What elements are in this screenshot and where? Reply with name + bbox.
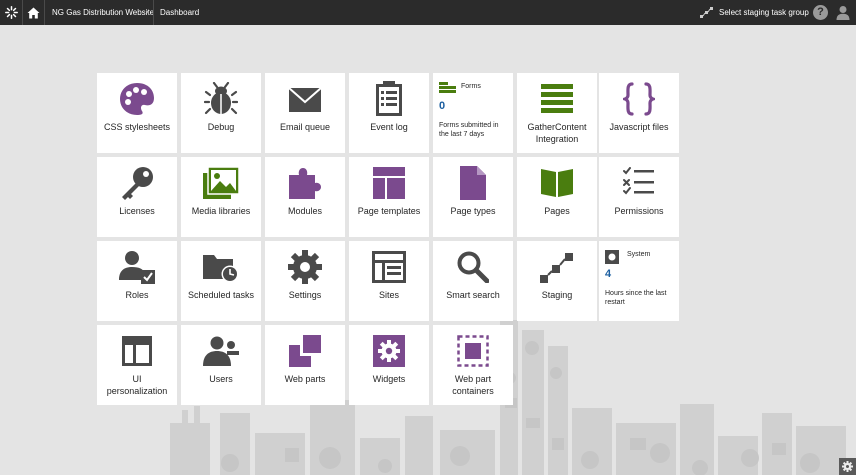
document-icon xyxy=(433,165,513,201)
tile-label: Debug xyxy=(207,122,235,132)
user-icon xyxy=(836,6,850,20)
tile-gathercontent-integration[interactable]: GatherContent Integration xyxy=(517,73,597,153)
clipboard-list-icon xyxy=(349,81,429,117)
bug-icon xyxy=(181,81,261,117)
webparts-icon xyxy=(265,333,345,369)
dashboard-settings-button[interactable] xyxy=(839,458,856,475)
tile-label: UI personalization xyxy=(106,374,168,396)
tile-label: Staging xyxy=(541,290,573,300)
separator xyxy=(44,0,45,25)
widget-gear-icon xyxy=(349,333,429,369)
tile-label: Sites xyxy=(378,290,399,300)
tile-ui-personalization[interactable]: UI personalization xyxy=(97,325,177,405)
template-icon xyxy=(349,165,429,201)
tile-permissions[interactable]: Permissions xyxy=(599,157,679,237)
tile-users[interactable]: Users xyxy=(181,325,261,405)
tile-label: Pages xyxy=(544,206,570,216)
tile-smart-search[interactable]: Smart search xyxy=(433,241,513,321)
tile-label: Users xyxy=(209,374,233,384)
tile-scheduled-tasks[interactable]: Scheduled tasks xyxy=(181,241,261,321)
tile-widgets[interactable]: Widgets xyxy=(349,325,429,405)
container-icon xyxy=(433,333,513,369)
gathercontent-icon xyxy=(517,81,597,117)
tile-settings[interactable]: Settings xyxy=(265,241,345,321)
tile-javascript-files[interactable]: Javascript files xyxy=(599,73,679,153)
book-icon xyxy=(517,165,597,201)
chevron-down-icon xyxy=(146,11,149,15)
staging-icon xyxy=(517,249,597,285)
tile-label: Widgets xyxy=(372,374,406,384)
checklist-icon xyxy=(599,165,679,201)
users-icon xyxy=(181,333,261,369)
palette-icon xyxy=(97,81,177,117)
tile-label: Smart search xyxy=(446,290,500,300)
images-icon xyxy=(181,165,261,201)
ui-layout-icon xyxy=(97,333,177,369)
puzzle-icon xyxy=(265,165,345,201)
tile-email-queue[interactable]: Email queue xyxy=(265,73,345,153)
live-tile-description: Hours since the last restart xyxy=(605,290,667,306)
tile-label: Web part containers xyxy=(452,374,494,396)
forms-icon xyxy=(439,82,456,93)
tile-css-stylesheets[interactable]: CSS stylesheets xyxy=(97,73,177,153)
tile-pages[interactable]: Pages xyxy=(517,157,597,237)
live-tile-value: 4 xyxy=(605,268,612,280)
tile-label: Page types xyxy=(450,206,496,216)
tile-label: Modules xyxy=(287,206,323,216)
tile-web-parts[interactable]: Web parts xyxy=(265,325,345,405)
system-icon xyxy=(605,250,619,264)
tile-forms[interactable]: Forms 0 Forms submitted in the last 7 da… xyxy=(433,73,513,153)
user-check-icon xyxy=(97,249,177,285)
tile-staging[interactable]: Staging xyxy=(517,241,597,321)
sites-icon xyxy=(349,249,429,285)
live-tile-description: Forms submitted in the last 7 days xyxy=(439,122,499,138)
tile-label: Forms xyxy=(461,83,481,90)
site-name: NG Gas Distribution Website xyxy=(52,8,155,17)
tile-debug[interactable]: Debug xyxy=(181,73,261,153)
tile-label: Event log xyxy=(370,122,408,132)
tile-web-part-containers[interactable]: Web part containers xyxy=(433,325,513,405)
tile-label: Permissions xyxy=(614,206,664,216)
tile-label: Web parts xyxy=(284,374,326,384)
tile-label: Email queue xyxy=(279,122,331,132)
folder-clock-icon xyxy=(181,249,261,285)
live-tile-value: 0 xyxy=(439,100,446,112)
tile-media-libraries[interactable]: Media libraries xyxy=(181,157,261,237)
tile-label: Roles xyxy=(125,290,149,300)
staging-icon xyxy=(700,7,713,18)
gear-icon xyxy=(265,249,345,285)
user-avatar[interactable] xyxy=(836,5,850,22)
live-tile-header: Forms xyxy=(439,82,509,94)
tile-sites[interactable]: Sites xyxy=(349,241,429,321)
tile-licenses[interactable]: Licenses xyxy=(97,157,177,237)
tile-label: Javascript files xyxy=(609,122,669,132)
tile-page-types[interactable]: Page types xyxy=(433,157,513,237)
tile-event-log[interactable]: Event log xyxy=(349,73,429,153)
tile-label: CSS stylesheets xyxy=(103,122,171,132)
key-icon xyxy=(97,165,177,201)
home-icon[interactable] xyxy=(23,0,44,25)
tile-label: Settings xyxy=(288,290,322,300)
top-bar: NG Gas Distribution Website Dashboard Se… xyxy=(0,0,856,25)
magnifier-icon xyxy=(433,249,513,285)
tile-roles[interactable]: Roles xyxy=(97,241,177,321)
tile-modules[interactable]: Modules xyxy=(265,157,345,237)
tile-page-templates[interactable]: Page templates xyxy=(349,157,429,237)
tile-label: Page templates xyxy=(357,206,421,216)
kentico-logo-icon[interactable] xyxy=(0,0,22,25)
envelope-icon xyxy=(265,81,345,117)
breadcrumb[interactable]: Dashboard xyxy=(160,0,199,25)
separator xyxy=(153,0,154,25)
tile-label: GatherContent Integration xyxy=(527,122,587,144)
tile-label: Media libraries xyxy=(191,206,251,216)
live-tile-header: System xyxy=(605,250,675,264)
tile-system[interactable]: System 4 Hours since the last restart xyxy=(599,241,679,321)
help-icon[interactable]: ? xyxy=(813,5,828,20)
gear-icon xyxy=(842,461,853,472)
tile-label: Scheduled tasks xyxy=(187,290,255,300)
tile-label: Licenses xyxy=(119,206,155,216)
tile-label: System xyxy=(627,251,651,258)
staging-task-group-label: Select staging task group xyxy=(719,8,809,17)
braces-icon xyxy=(599,81,679,117)
